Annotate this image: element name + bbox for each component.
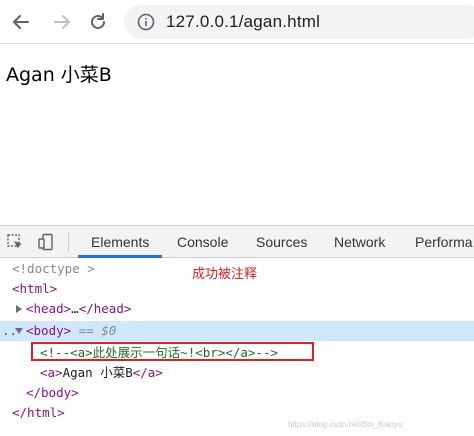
head-close-tag: </head> xyxy=(78,301,132,316)
anchor-node[interactable]: <a>Agan 小菜B</a> xyxy=(40,363,163,383)
toolbar-divider xyxy=(68,232,69,252)
selected-marker: == $0 xyxy=(78,323,117,338)
active-tab-indicator xyxy=(78,255,162,258)
reload-icon[interactable] xyxy=(85,9,111,35)
tab-elements[interactable]: Elements xyxy=(91,226,149,258)
annotation-label: 成功被注释 xyxy=(192,267,258,282)
a-text: Agan 小菜B xyxy=(62,365,133,380)
tab-performance[interactable]: Performa xyxy=(415,226,473,258)
tab-console[interactable]: Console xyxy=(177,226,228,258)
html-open-tag[interactable]: <html> xyxy=(12,279,57,299)
inspect-element-icon[interactable] xyxy=(6,233,24,251)
forward-arrow-icon[interactable] xyxy=(49,9,75,35)
info-icon[interactable] xyxy=(137,13,155,31)
watermark: https://blog.csdn.net/Bin_Xiaoyu xyxy=(288,420,403,429)
head-node[interactable]: <head>…</head> xyxy=(26,299,131,319)
browser-toolbar: 127.0.0.1/agan.html xyxy=(0,0,474,44)
head-open-tag: <head> xyxy=(26,301,72,316)
annotation-highlight-box xyxy=(31,342,314,361)
body-node[interactable]: <body> == $0 xyxy=(26,321,116,341)
page-link-text[interactable]: Agan 小菜B xyxy=(6,60,112,87)
devtools-panel: Elements Console Sources Network Perform… xyxy=(0,225,474,436)
html-close-tag[interactable]: </html> xyxy=(12,403,65,423)
tab-network[interactable]: Network xyxy=(334,226,385,258)
head-ellipsis[interactable]: … xyxy=(71,301,79,316)
devtools-tab-bar: Elements Console Sources Network Perform… xyxy=(0,226,474,258)
a-close-tag: </a> xyxy=(132,365,163,380)
expand-triangle-icon[interactable] xyxy=(16,305,22,313)
body-close-tag[interactable]: </body> xyxy=(26,383,79,403)
a-open-tag: <a> xyxy=(40,365,63,380)
device-toolbar-icon[interactable] xyxy=(37,233,55,251)
doctype-node[interactable]: <!doctype > xyxy=(12,259,95,279)
collapse-triangle-icon[interactable] xyxy=(15,328,23,334)
page-viewport: Agan 小菜B xyxy=(0,45,474,225)
address-bar[interactable]: 127.0.0.1/agan.html xyxy=(124,5,474,39)
tab-sources[interactable]: Sources xyxy=(256,226,307,258)
back-arrow-icon[interactable] xyxy=(8,9,34,35)
body-open-tag: <body> xyxy=(26,323,72,338)
url-text[interactable]: 127.0.0.1/agan.html xyxy=(166,12,320,32)
